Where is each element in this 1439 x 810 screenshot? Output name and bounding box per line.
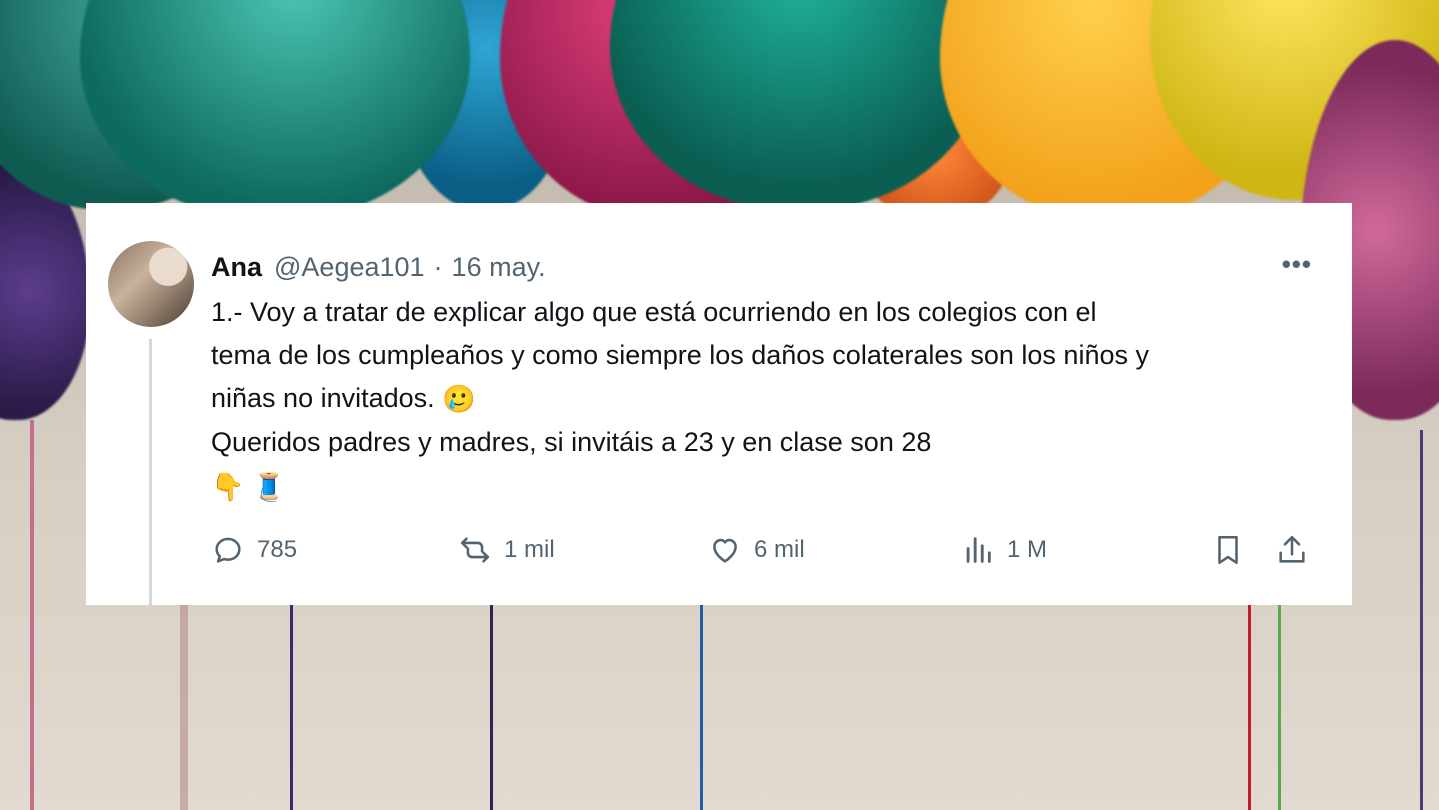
like-count: 6 mil: [754, 536, 805, 563]
tweet-line-text: niñas no invitados.: [211, 383, 435, 413]
avatar[interactable]: [108, 241, 194, 327]
smiling-tear-emoji: 🥲: [442, 384, 476, 415]
like-button[interactable]: 6 mil: [708, 528, 805, 572]
views-count: 1 M: [1007, 536, 1048, 563]
retweet-count: 1 mil: [504, 536, 555, 563]
ribbon: [1278, 600, 1281, 810]
reply-icon: [215, 537, 241, 563]
handle[interactable]: @Aegea101: [274, 252, 425, 283]
reply-count: 785: [257, 536, 298, 563]
ribbon: [700, 600, 703, 810]
share-button[interactable]: [1275, 528, 1321, 572]
bookmark-button[interactable]: [1211, 528, 1257, 572]
reply-button[interactable]: 785: [211, 528, 297, 572]
heart-icon: [713, 538, 737, 563]
tweet-text: 1.- Voy a tratar de explicar algo que es…: [211, 291, 1331, 509]
thread-line: [149, 339, 152, 605]
share-icon: [1279, 535, 1305, 563]
retweet-button[interactable]: 1 mil: [458, 528, 555, 572]
ribbon: [1248, 600, 1251, 810]
tweet-line: tema de los cumpleaños y como siempre lo…: [211, 340, 1149, 370]
ribbon: [1420, 430, 1423, 810]
action-bar: 785 1 mil 6 mil 1 M: [211, 528, 1326, 572]
views-button[interactable]: 1 M: [961, 528, 1047, 572]
retweet-icon: [460, 537, 490, 563]
bookmark-icon: [1218, 535, 1238, 565]
thread-emoji: 🧵: [252, 471, 286, 502]
ribbon: [30, 420, 34, 810]
separator: ·: [433, 251, 443, 282]
tweet-date[interactable]: 16 may.: [452, 252, 546, 283]
tweet-header: Ana @Aegea101 · 16 may.: [211, 247, 546, 287]
tweet-line: Queridos padres y madres, si invitáis a …: [211, 427, 932, 458]
tweet-line: 1.- Voy a tratar de explicar algo que es…: [211, 297, 1097, 327]
pointing-down-emoji: 👇: [211, 471, 245, 502]
more-options-button[interactable]: •••: [1282, 249, 1312, 280]
ribbon: [180, 600, 188, 810]
tweet-card[interactable]: Ana @Aegea101 · 16 may. ••• 1.- Voy a tr…: [86, 203, 1352, 605]
tweet-line: 👇 🧵: [211, 464, 1331, 508]
ribbon: [290, 600, 293, 810]
tweet-line: niñas no invitados. 🥲: [211, 377, 1331, 421]
ribbon: [490, 600, 493, 810]
display-name[interactable]: Ana: [211, 252, 262, 283]
analytics-icon: [966, 537, 991, 563]
